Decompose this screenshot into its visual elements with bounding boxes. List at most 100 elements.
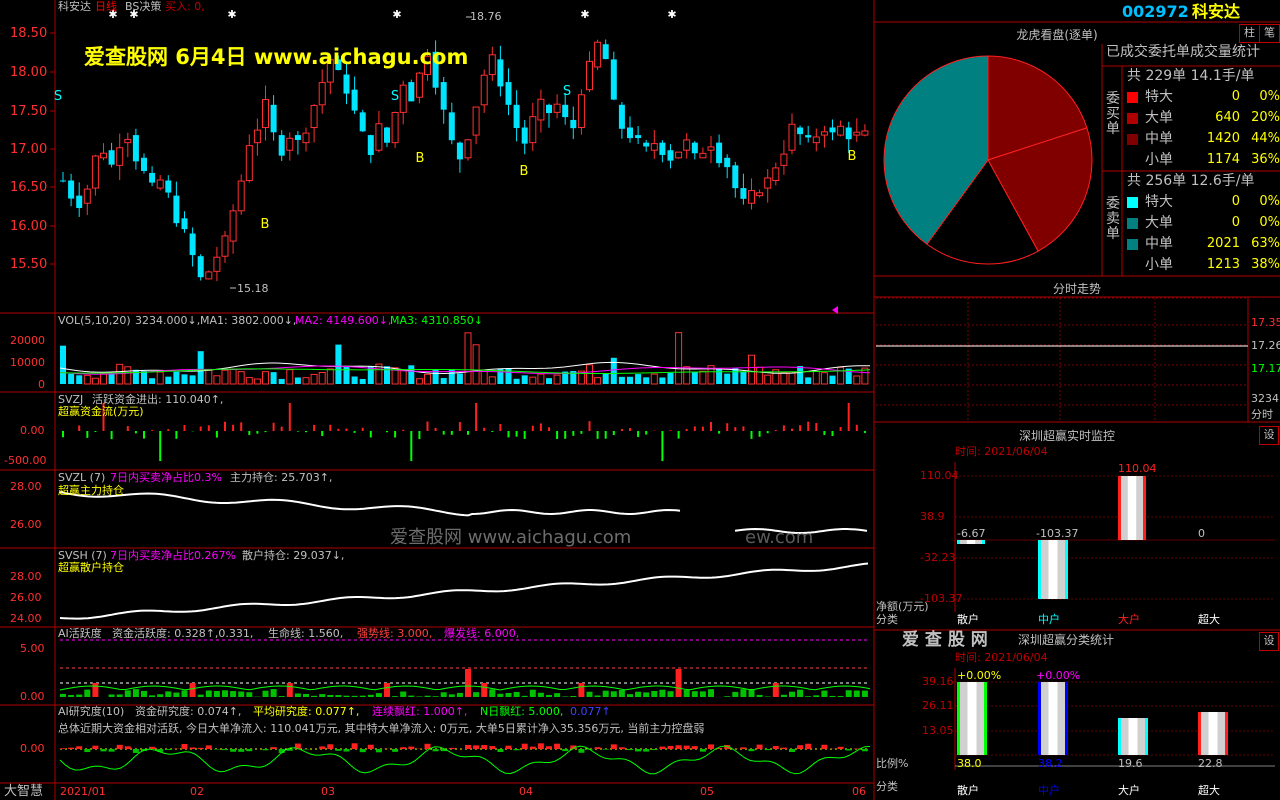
- ai-bar: [367, 694, 374, 697]
- research-bar: [481, 745, 488, 749]
- legend-swatch: [1127, 239, 1138, 250]
- indicator-name[interactable]: BS决策: [125, 1, 161, 13]
- monitor-category: 散户: [957, 613, 979, 626]
- ai-bar: [319, 694, 326, 697]
- candle-down: [189, 233, 196, 256]
- classify-settings-button[interactable]: 设: [1259, 632, 1279, 651]
- row-percent: 36%: [1251, 152, 1280, 167]
- candle-up: [237, 180, 245, 212]
- svzj-bar: [685, 428, 688, 431]
- candle-up: [788, 123, 796, 151]
- research-bar: [189, 747, 196, 749]
- svzj-bar: [110, 431, 113, 440]
- svzj-bar: [799, 425, 802, 431]
- volume-bar: [748, 354, 755, 385]
- row-value: 1174: [1206, 152, 1240, 167]
- candle-up: [748, 190, 755, 204]
- research-bar: [789, 749, 795, 753]
- candle-down: [359, 112, 366, 132]
- svzj-bar: [580, 431, 583, 434]
- tab-column[interactable]: 柱: [1239, 24, 1260, 43]
- candle-up: [83, 188, 91, 204]
- monitor-bar-large-edge: [1143, 476, 1146, 540]
- svzj-subtitle: 超赢资金流(万元): [58, 405, 144, 418]
- svzj-bar: [240, 422, 243, 431]
- svzj-bar: [831, 431, 834, 436]
- row-value: 0: [1231, 215, 1240, 230]
- period-label[interactable]: 日线: [95, 1, 117, 13]
- high-marker: 18.76: [470, 10, 502, 23]
- candle-up: [318, 82, 326, 106]
- candle-down: [659, 142, 666, 155]
- volume-bar: [643, 377, 650, 384]
- volume-bar: [181, 374, 188, 384]
- svzj-bar: [280, 426, 283, 431]
- svsh-subtitle: 超赢散户持仓: [58, 561, 124, 574]
- svzj-bar: [134, 431, 137, 434]
- tab-tick[interactable]: 笔: [1259, 24, 1280, 43]
- research-bar: [861, 749, 868, 752]
- research-bar: [505, 745, 512, 749]
- svzj-bar: [491, 431, 494, 432]
- buy-signal-label: 买入: 0,: [165, 0, 205, 13]
- volume-bar: [205, 369, 213, 385]
- svzj-bar: [677, 431, 680, 439]
- sell-orders-label: 委卖单: [1106, 196, 1120, 242]
- candle-up: [253, 129, 261, 144]
- candle-down: [294, 135, 301, 140]
- svzj-bar: [159, 431, 162, 461]
- candle-up: [529, 116, 537, 144]
- svzj-bar: [758, 431, 761, 437]
- row-value: 1420: [1206, 131, 1240, 146]
- ai-bar: [497, 693, 504, 697]
- ai-bar: [465, 669, 471, 697]
- research-bar: [116, 744, 123, 749]
- volume-bar: [699, 370, 707, 385]
- svzj-bar: [483, 427, 486, 431]
- research-bar: [327, 744, 334, 749]
- volume-bar: [384, 366, 390, 384]
- svzj-bar: [62, 431, 64, 438]
- price-axis-label: 16.00: [10, 219, 48, 234]
- volume-bar: [667, 372, 674, 384]
- candle-up: [302, 132, 310, 144]
- ai-bar: [303, 693, 309, 697]
- ai-bar: [392, 696, 399, 697]
- ai-bar: [76, 694, 83, 697]
- volume-bar: [351, 376, 358, 384]
- svzj-bar: [718, 431, 721, 434]
- svzj-bar: [863, 431, 866, 433]
- svzj-bar: [450, 431, 453, 435]
- ai-bar: [635, 691, 642, 697]
- candle-up: [156, 179, 164, 189]
- research-bar: [756, 744, 763, 749]
- date-axis-5: 06: [852, 785, 866, 798]
- candle-up: [577, 94, 585, 129]
- classify-category: 散户: [957, 784, 979, 797]
- candle-down: [805, 135, 812, 138]
- candle-down: [602, 44, 609, 60]
- svzj-bar: [418, 431, 421, 440]
- ai-bar: [602, 690, 609, 697]
- svzj-bar: [296, 431, 299, 432]
- candle-up: [464, 139, 472, 159]
- ai-axis-0: 5.00: [20, 642, 45, 655]
- research-bar: [748, 749, 755, 752]
- ai-bar: [537, 692, 544, 697]
- candle-down: [343, 74, 350, 94]
- row-name: 特大: [1145, 89, 1173, 105]
- monitor-settings-button[interactable]: 设: [1259, 426, 1279, 445]
- research-bar: [845, 749, 852, 751]
- candle-down: [197, 256, 204, 278]
- candle-down: [667, 150, 674, 161]
- svzj-bar: [515, 431, 518, 437]
- classify-bar-large-shine: [1128, 718, 1138, 755]
- ai-bar: [740, 689, 747, 697]
- volume-bar: [480, 369, 488, 385]
- ai-bar: [448, 694, 455, 697]
- volume-bar: [829, 375, 836, 384]
- research-bar: [335, 749, 342, 751]
- ai-bar: [359, 695, 366, 697]
- price-axis-label: 16.50: [10, 180, 48, 195]
- sell-total: 共 256单 12.6手/单: [1127, 173, 1255, 189]
